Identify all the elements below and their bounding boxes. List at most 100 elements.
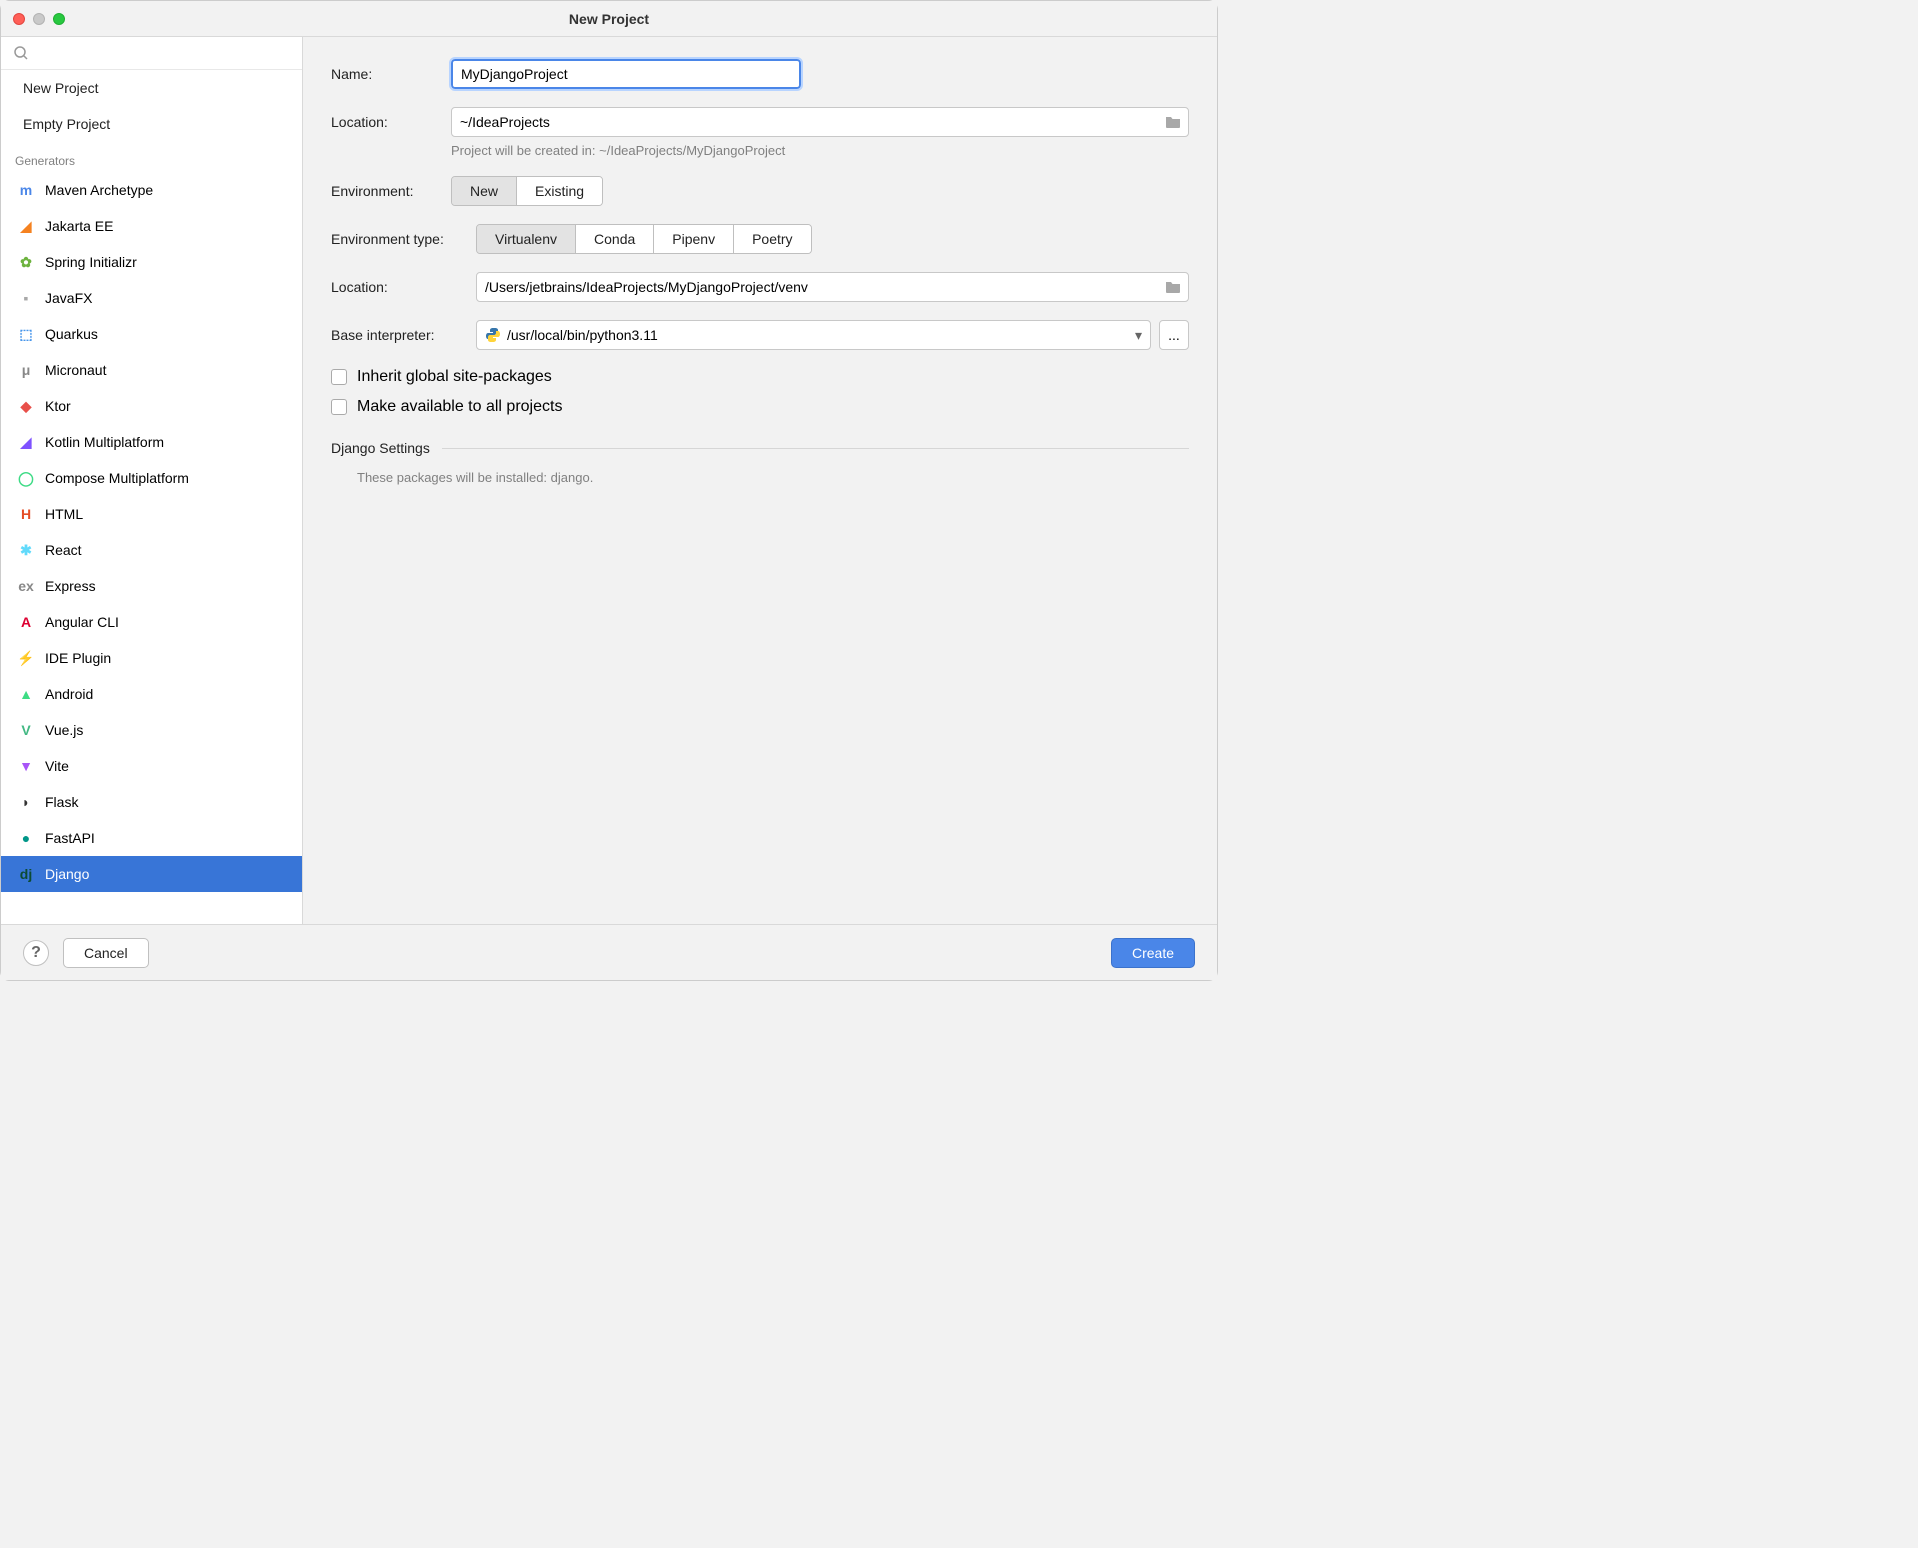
django-settings-header: Django Settings xyxy=(331,440,430,456)
generator-icon: dj xyxy=(17,865,35,883)
search-input[interactable] xyxy=(35,45,290,61)
generators-header: Generators xyxy=(1,142,302,172)
project-name-input[interactable] xyxy=(451,59,801,89)
generator-item[interactable]: ⚡ IDE Plugin xyxy=(1,640,302,676)
generator-label: Django xyxy=(45,866,89,882)
make-available-checkbox-row[interactable]: Make available to all projects xyxy=(331,398,1189,416)
generator-icon: A xyxy=(17,613,35,631)
make-available-checkbox[interactable] xyxy=(331,399,347,415)
location-help-text: Project will be created in: ~/IdeaProjec… xyxy=(451,143,1189,158)
django-packages-note: These packages will be installed: django… xyxy=(357,470,1189,485)
environment-type-option[interactable]: Virtualenv xyxy=(477,225,576,253)
django-settings-divider: Django Settings xyxy=(331,440,1189,456)
environment-type-option[interactable]: Poetry xyxy=(734,225,810,253)
location-label: Location: xyxy=(331,114,451,130)
generator-label: Kotlin Multiplatform xyxy=(45,434,164,450)
generator-label: Quarkus xyxy=(45,326,98,342)
divider-line xyxy=(442,448,1189,449)
generator-label: Angular CLI xyxy=(45,614,119,630)
base-interpreter-dropdown[interactable]: /usr/local/bin/python3.11 ▾ xyxy=(476,320,1151,350)
generator-item[interactable]: ●FastAPI xyxy=(1,820,302,856)
sidebar-item[interactable]: New Project xyxy=(1,70,302,106)
environment-type-option[interactable]: Conda xyxy=(576,225,654,253)
generator-icon: ◆ xyxy=(17,397,35,415)
generator-icon: ex xyxy=(17,577,35,595)
generator-icon: H xyxy=(17,505,35,523)
generator-icon: m xyxy=(17,181,35,199)
generator-label: IDE Plugin xyxy=(45,650,111,666)
generator-item[interactable]: μMicronaut xyxy=(1,352,302,388)
generator-icon: ⚡ xyxy=(17,649,35,667)
generator-item[interactable]: ✿Spring Initializr xyxy=(1,244,302,280)
search-box[interactable] xyxy=(1,37,302,70)
footer: ? Cancel Create xyxy=(1,924,1217,980)
inherit-checkbox-row[interactable]: Inherit global site-packages xyxy=(331,368,1189,386)
generator-label: Spring Initializr xyxy=(45,254,137,270)
generator-item[interactable]: ▲Android xyxy=(1,676,302,712)
generator-label: Compose Multiplatform xyxy=(45,470,189,486)
folder-icon[interactable] xyxy=(1165,280,1181,294)
generator-label: JavaFX xyxy=(45,290,92,306)
generator-item[interactable]: ◢Jakarta EE xyxy=(1,208,302,244)
generator-item[interactable]: ▪ JavaFX xyxy=(1,280,302,316)
generator-icon: ● xyxy=(17,829,35,847)
chevron-down-icon: ▾ xyxy=(1135,327,1142,344)
environment-type-label: Environment type: xyxy=(331,231,476,247)
env-location-input[interactable] xyxy=(476,272,1189,302)
generator-item[interactable]: ✱ React xyxy=(1,532,302,568)
generator-item[interactable]: ▼ Vite xyxy=(1,748,302,784)
generator-item[interactable]: mMaven Archetype xyxy=(1,172,302,208)
browse-interpreter-button[interactable]: ... xyxy=(1159,320,1189,350)
name-label: Name: xyxy=(331,66,451,82)
environment-option[interactable]: New xyxy=(452,177,517,205)
generator-icon: ◢ xyxy=(17,217,35,235)
window-controls xyxy=(1,13,65,25)
content-panel: Name: Location: Project will be created … xyxy=(303,37,1217,924)
generator-icon: ◗ xyxy=(17,793,35,811)
generator-icon: ▼ xyxy=(17,757,35,775)
make-available-label: Make available to all projects xyxy=(357,398,562,416)
environment-type-segmented: VirtualenvCondaPipenvPoetry xyxy=(476,224,812,254)
help-button[interactable]: ? xyxy=(23,940,49,966)
generator-icon: ▪ xyxy=(17,289,35,307)
folder-icon[interactable] xyxy=(1165,115,1181,129)
generator-item[interactable]: ◆ Ktor xyxy=(1,388,302,424)
generator-item[interactable]: H HTML xyxy=(1,496,302,532)
search-icon xyxy=(13,45,29,61)
create-button[interactable]: Create xyxy=(1111,938,1195,968)
base-interpreter-value: /usr/local/bin/python3.11 xyxy=(507,327,658,343)
project-location-input[interactable] xyxy=(451,107,1189,137)
generator-item[interactable]: ◯Compose Multiplatform xyxy=(1,460,302,496)
generator-label: Ktor xyxy=(45,398,71,414)
minimize-window-icon[interactable] xyxy=(33,13,45,25)
python-icon xyxy=(485,327,501,343)
generator-icon: ✱ xyxy=(17,541,35,559)
generator-item[interactable]: ◗Flask xyxy=(1,784,302,820)
generator-label: Express xyxy=(45,578,96,594)
generator-icon: ◢ xyxy=(17,433,35,451)
inherit-checkbox[interactable] xyxy=(331,369,347,385)
base-interpreter-label: Base interpreter: xyxy=(331,327,476,343)
close-window-icon[interactable] xyxy=(13,13,25,25)
generator-icon: ⬚ xyxy=(17,325,35,343)
generator-label: Android xyxy=(45,686,93,702)
generator-item[interactable]: ex Express xyxy=(1,568,302,604)
generator-label: React xyxy=(45,542,82,558)
generator-icon: V xyxy=(17,721,35,739)
generator-label: HTML xyxy=(45,506,83,522)
window-title: New Project xyxy=(569,11,649,27)
environment-type-option[interactable]: Pipenv xyxy=(654,225,734,253)
titlebar: New Project xyxy=(1,1,1217,37)
environment-segmented: NewExisting xyxy=(451,176,603,206)
maximize-window-icon[interactable] xyxy=(53,13,65,25)
cancel-button[interactable]: Cancel xyxy=(63,938,149,968)
generator-item[interactable]: ⬚ Quarkus xyxy=(1,316,302,352)
environment-option[interactable]: Existing xyxy=(517,177,602,205)
generator-item[interactable]: VVue.js xyxy=(1,712,302,748)
generator-item[interactable]: A Angular CLI xyxy=(1,604,302,640)
generator-label: Vite xyxy=(45,758,69,774)
inherit-label: Inherit global site-packages xyxy=(357,368,552,386)
sidebar-item[interactable]: Empty Project xyxy=(1,106,302,142)
generator-item[interactable]: dj Django xyxy=(1,856,302,892)
generator-item[interactable]: ◢ Kotlin Multiplatform xyxy=(1,424,302,460)
